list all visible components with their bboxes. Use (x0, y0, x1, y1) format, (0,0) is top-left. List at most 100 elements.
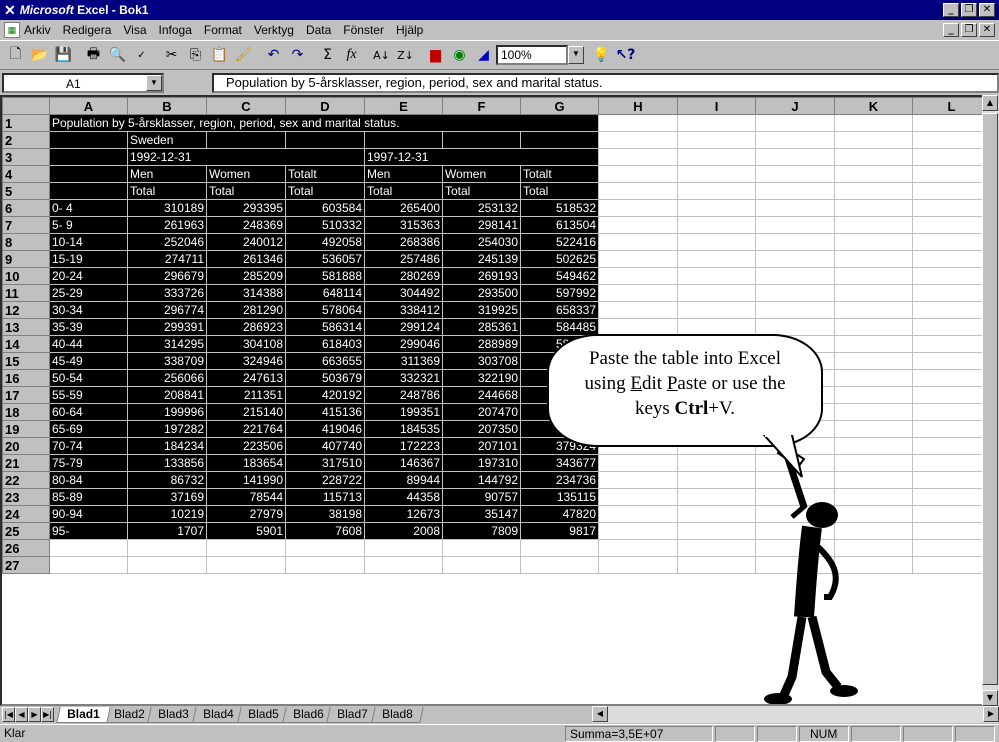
cell[interactable]: 311369 (364, 352, 443, 370)
cell[interactable]: 658337 (520, 301, 599, 319)
cell[interactable]: 65-69 (49, 420, 128, 438)
cell[interactable] (912, 352, 991, 370)
row-header[interactable]: 26 (2, 539, 50, 557)
cell[interactable]: 207470 (442, 403, 521, 421)
cell[interactable] (912, 199, 991, 217)
cell[interactable] (677, 114, 756, 132)
menu-infoga[interactable]: Infoga (159, 23, 192, 37)
cell[interactable]: 613504 (520, 216, 599, 234)
cell[interactable]: 234736 (520, 471, 599, 489)
cell[interactable]: 299046 (364, 335, 443, 353)
cell[interactable] (598, 505, 678, 523)
cell[interactable]: 207350 (442, 420, 521, 438)
close-button[interactable]: ✕ (979, 3, 995, 17)
cell[interactable] (912, 454, 991, 472)
cell[interactable]: 183654 (206, 454, 286, 472)
cell[interactable]: 578064 (285, 301, 365, 319)
vertical-scrollbar[interactable]: ▲ ▼ (982, 95, 999, 706)
cell[interactable]: 25-29 (49, 284, 128, 302)
cell[interactable] (834, 420, 913, 438)
cell[interactable]: Total (520, 182, 599, 200)
cell[interactable]: 285361 (442, 318, 521, 336)
cell[interactable]: 60-64 (49, 403, 128, 421)
cell[interactable]: 245139 (442, 250, 521, 268)
cell[interactable]: 211351 (206, 386, 286, 404)
cell[interactable]: Total (206, 182, 286, 200)
row-header[interactable]: 5 (2, 182, 50, 200)
paste-icon[interactable]: 📋 (208, 44, 231, 67)
cell[interactable] (677, 318, 756, 336)
tipwizard-icon[interactable]: 💡 (590, 44, 613, 67)
cell[interactable] (755, 318, 835, 336)
cell[interactable]: 247613 (206, 369, 286, 387)
cell[interactable]: 184535 (364, 420, 443, 438)
cell[interactable]: 197310 (442, 454, 521, 472)
cell[interactable] (49, 556, 128, 574)
cell[interactable] (49, 131, 128, 149)
cell[interactable]: 492058 (285, 233, 365, 251)
new-icon[interactable]: 🗋 (4, 44, 27, 67)
cell[interactable]: 141990 (206, 471, 286, 489)
cell[interactable] (677, 267, 756, 285)
cell[interactable]: 135115 (520, 488, 599, 506)
cell[interactable]: Men (364, 165, 443, 183)
cell[interactable]: 0- 4 (49, 199, 128, 217)
cell[interactable] (677, 250, 756, 268)
cell[interactable] (912, 335, 991, 353)
cell[interactable]: 7608 (285, 522, 365, 540)
chevron-down-icon[interactable]: ▼ (568, 46, 584, 64)
cell[interactable] (834, 250, 913, 268)
cell[interactable]: 172223 (364, 437, 443, 455)
undo-icon[interactable]: ↶ (262, 44, 285, 67)
cell[interactable]: 253132 (442, 199, 521, 217)
cell[interactable]: 584485 (520, 318, 599, 336)
cell[interactable] (364, 539, 443, 557)
first-sheet-icon[interactable]: |◀ (2, 707, 15, 722)
cell[interactable]: 40-44 (49, 335, 128, 353)
cell[interactable] (598, 488, 678, 506)
row-header[interactable]: 6 (2, 199, 50, 217)
doc-minimize-button[interactable]: _ (943, 23, 959, 37)
chart-wizard-icon[interactable]: ▆ (424, 44, 447, 67)
format-painter-icon[interactable]: 🖌 (232, 44, 255, 67)
cell[interactable]: 536057 (285, 250, 365, 268)
scroll-right-icon[interactable]: ▶ (983, 706, 999, 722)
menu-fonster[interactable]: Fönster (343, 23, 384, 37)
cell[interactable]: 35147 (442, 505, 521, 523)
column-header-h[interactable]: H (598, 97, 678, 115)
cell[interactable] (442, 131, 521, 149)
cell[interactable]: 293395 (206, 199, 286, 217)
cell[interactable] (755, 301, 835, 319)
cell[interactable]: 133856 (127, 454, 207, 472)
cell[interactable] (598, 454, 678, 472)
open-icon[interactable]: 📂 (28, 44, 51, 67)
cell[interactable]: 89944 (364, 471, 443, 489)
cell-e3[interactable]: 1997-12-31 (364, 148, 599, 166)
cell[interactable]: 268386 (364, 233, 443, 251)
cell[interactable] (912, 114, 991, 132)
column-header-j[interactable]: J (755, 97, 835, 115)
cell[interactable]: 10-14 (49, 233, 128, 251)
cell[interactable]: 324946 (206, 352, 286, 370)
cell[interactable] (912, 216, 991, 234)
row-header[interactable]: 25 (2, 522, 50, 540)
row-header[interactable]: 17 (2, 386, 50, 404)
cell[interactable]: 420192 (285, 386, 365, 404)
cell[interactable]: 144792 (442, 471, 521, 489)
cell[interactable] (834, 352, 913, 370)
cell[interactable] (834, 233, 913, 251)
cell[interactable] (49, 148, 128, 166)
cell[interactable]: 510332 (285, 216, 365, 234)
cell[interactable]: 338709 (127, 352, 207, 370)
row-header[interactable]: 15 (2, 352, 50, 370)
tab-blad4[interactable]: Blad4 (192, 706, 245, 723)
print-preview-icon[interactable]: 🔍 (106, 44, 129, 67)
row-header[interactable]: 18 (2, 403, 50, 421)
cell[interactable] (912, 182, 991, 200)
cell[interactable]: 208841 (127, 386, 207, 404)
document-icon[interactable]: ▦ (4, 22, 20, 38)
menu-verktyg[interactable]: Verktyg (254, 23, 294, 37)
cell[interactable]: 265400 (364, 199, 443, 217)
autosum-icon[interactable]: Σ (316, 44, 339, 67)
column-header-e[interactable]: E (364, 97, 443, 115)
